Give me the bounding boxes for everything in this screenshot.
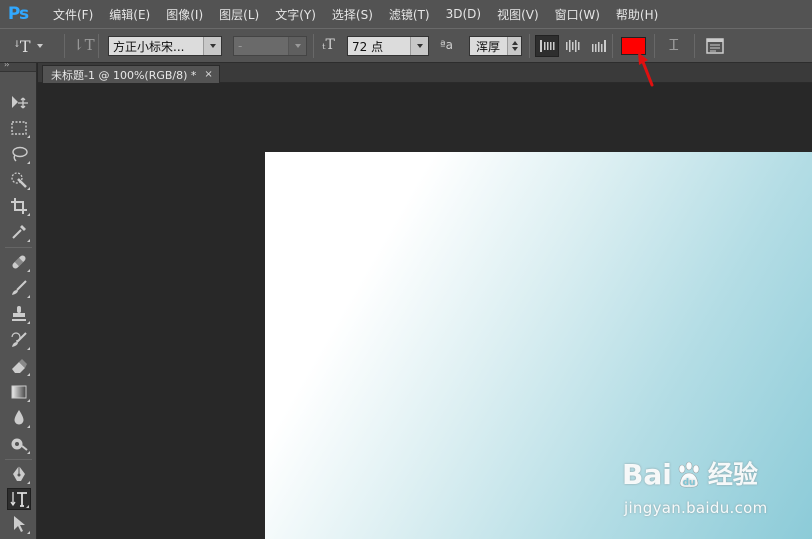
dodge-tool-button[interactable] <box>7 433 31 455</box>
toolbox: ›› <box>0 60 37 539</box>
antialias-icon: ªa <box>440 38 454 52</box>
panel-icon <box>706 38 724 54</box>
close-icon[interactable]: × <box>204 69 212 80</box>
font-style-value: - <box>238 39 243 53</box>
blur-tool-button[interactable] <box>7 407 31 429</box>
pen-tool-button[interactable] <box>7 463 31 485</box>
watermark-brand: Bai du 经验 <box>622 455 758 491</box>
bandage-icon <box>12 255 26 269</box>
droplet-icon <box>14 410 24 425</box>
font-size-icon: ₜT <box>322 37 335 53</box>
chevron-down-icon <box>410 37 428 55</box>
brush-tool-button[interactable] <box>7 277 31 299</box>
chevron-down-icon <box>288 37 306 55</box>
menu-edit[interactable]: 编辑(E) <box>101 6 158 23</box>
lasso-tool-button[interactable] <box>7 143 31 165</box>
font-style-select[interactable]: - <box>233 36 307 56</box>
menu-filter[interactable]: 滤镜(T) <box>381 6 438 23</box>
eyedropper-tool-button[interactable] <box>7 221 31 243</box>
stamp-icon <box>12 306 26 321</box>
move-tool-button[interactable] <box>7 91 31 113</box>
crop-tool-button[interactable] <box>7 195 31 217</box>
eraser-tool-button[interactable] <box>7 355 31 377</box>
divider <box>612 34 613 58</box>
menu-3d[interactable]: 3D(D) <box>438 7 489 21</box>
antialias-select[interactable]: 浑厚 <box>469 36 522 56</box>
healing-brush-tool-button[interactable] <box>7 251 31 273</box>
history-brush-icon <box>11 332 27 347</box>
watermark-brand-left: Bai <box>622 458 672 491</box>
crop-icon <box>11 198 27 214</box>
collapse-icon: ›› <box>4 60 10 69</box>
document-tab-strip: 未标题-1 @ 100%(RGB/8) * × <box>38 63 812 83</box>
divider <box>529 34 530 58</box>
history-brush-tool-button[interactable] <box>7 329 31 351</box>
dodge-icon <box>11 438 28 451</box>
red-arrow-annotation <box>638 52 654 87</box>
align-center-icon <box>566 40 580 52</box>
type-tool-icon: ꜜT <box>14 36 31 56</box>
updown-icon <box>507 37 521 55</box>
font-family-select[interactable]: 方正小标宋... <box>108 36 222 56</box>
warp-text-icon[interactable]: Ꮖ <box>664 36 684 56</box>
baidu-jingyan-watermark: Bai du 经验 jingyan.baidu.com <box>622 455 772 521</box>
path-select-icon <box>14 516 25 532</box>
gradient-tool-button[interactable] <box>7 381 31 403</box>
watermark-url: jingyan.baidu.com <box>624 499 768 517</box>
move-icon <box>12 96 28 109</box>
font-size-value: 72 点 <box>352 39 384 54</box>
menu-image[interactable]: 图像(I) <box>158 6 211 23</box>
brush-icon <box>12 280 27 295</box>
document-tab[interactable]: 未标题-1 @ 100%(RGB/8) * × <box>42 65 220 83</box>
menu-type[interactable]: 文字(Y) <box>267 6 324 23</box>
menu-layer[interactable]: 图层(L) <box>211 6 267 23</box>
eraser-icon <box>12 359 27 373</box>
chevron-down-icon <box>36 44 43 48</box>
toolbox-divider <box>5 247 32 248</box>
marquee-icon <box>11 121 27 135</box>
chevron-down-icon <box>203 37 221 55</box>
menu-window[interactable]: 窗口(W) <box>547 6 608 23</box>
divider <box>98 34 99 58</box>
toggle-orientation-icon[interactable]: ⇂T <box>72 36 95 56</box>
gradient-icon <box>11 385 27 399</box>
svg-text:du: du <box>682 478 695 488</box>
baidu-paw-icon: du <box>678 461 700 488</box>
photoshop-logo: Ps <box>7 4 29 24</box>
marquee-tool-button[interactable] <box>7 117 31 139</box>
quick-select-tool-button[interactable] <box>7 169 31 191</box>
divider <box>313 34 314 58</box>
quick-select-icon <box>11 172 27 188</box>
align-left-button[interactable] <box>535 35 559 57</box>
photoshop-window: Ps 文件(F) 编辑(E) 图像(I) 图层(L) 文字(Y) 选择(S) 滤… <box>0 0 812 539</box>
options-bar: ꜜT ⇂T 方正小标宋... - ₜT 72 点 ªa 浑厚 Ꮖ <box>0 28 812 63</box>
menu-bar: Ps 文件(F) 编辑(E) 图像(I) 图层(L) 文字(Y) 选择(S) 滤… <box>0 0 812 28</box>
lasso-icon <box>12 146 28 162</box>
font-family-value: 方正小标宋... <box>113 39 185 54</box>
menu-file[interactable]: 文件(F) <box>45 6 101 23</box>
clone-stamp-tool-button[interactable] <box>7 303 31 325</box>
toolbox-divider <box>5 459 32 460</box>
character-panel-icon[interactable] <box>706 37 724 55</box>
path-select-tool-button[interactable] <box>7 513 31 535</box>
align-center-button[interactable] <box>561 35 585 57</box>
menu-view[interactable]: 视图(V) <box>489 6 547 23</box>
type-tool-button[interactable] <box>7 488 31 510</box>
tool-preset-picker[interactable]: ꜜT <box>14 35 60 57</box>
document-tab-title: 未标题-1 @ 100%(RGB/8) * <box>51 68 197 82</box>
divider <box>64 34 65 58</box>
toolbox-header[interactable]: ›› <box>0 60 36 72</box>
text-align-group <box>535 35 611 57</box>
antialias-value: 浑厚 <box>476 39 501 54</box>
align-left-icon <box>540 40 555 52</box>
eyedropper-icon <box>12 225 26 239</box>
menu-help[interactable]: 帮助(H) <box>608 6 666 23</box>
pen-icon <box>13 466 25 481</box>
align-right-button[interactable] <box>587 35 611 57</box>
align-right-icon <box>592 40 606 52</box>
divider <box>694 34 695 58</box>
font-size-select[interactable]: 72 点 <box>347 36 429 56</box>
watermark-brand-right: 经验 <box>707 460 758 489</box>
menu-select[interactable]: 选择(S) <box>324 6 381 23</box>
